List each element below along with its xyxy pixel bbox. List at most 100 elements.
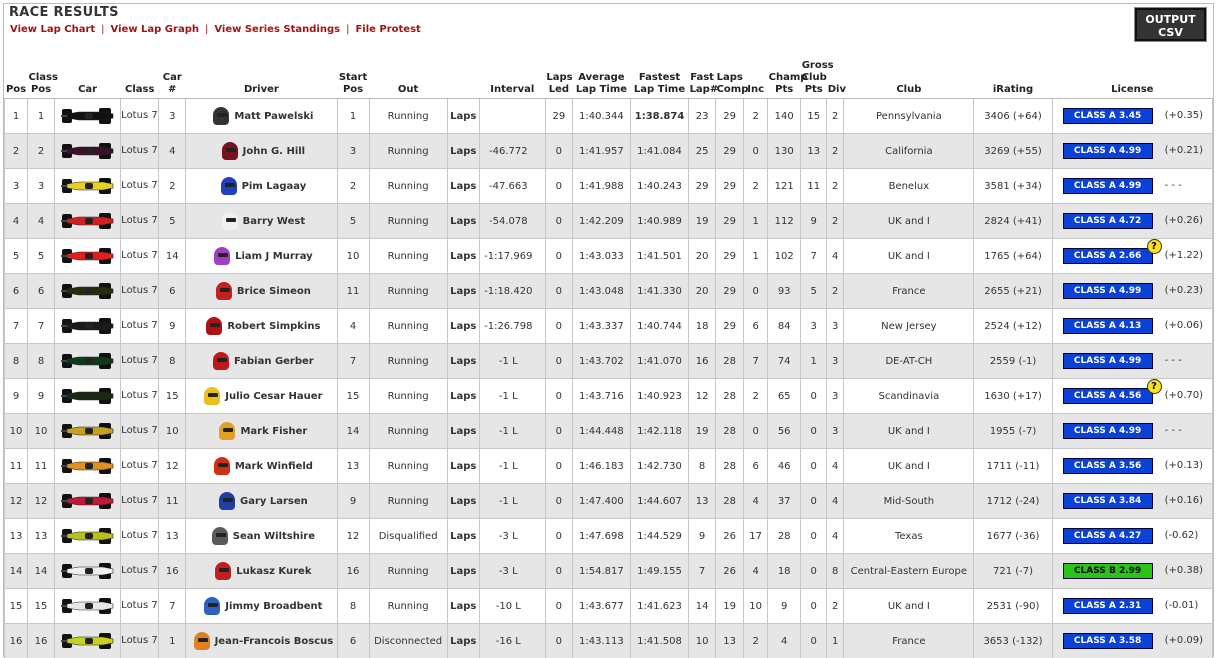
driver-cell[interactable]: Fabian Gerber (185, 343, 338, 379)
inc-cell: 7 (743, 343, 769, 379)
license-badge[interactable]: CLASS A 4.72 (1062, 213, 1153, 229)
laps-link[interactable]: Laps (446, 518, 480, 554)
col-class-pos[interactable]: Class Pos (27, 60, 58, 99)
driver-cell[interactable]: Matt Pawelski (185, 98, 338, 134)
license-badge[interactable]: CLASS A 4.13 (1062, 318, 1153, 334)
driver-name[interactable]: Jean-Francois Boscus (215, 636, 334, 647)
license-badge[interactable]: CLASS A 3.56 (1062, 458, 1153, 474)
driver-cell[interactable]: Brice Simeon (185, 273, 338, 309)
driver-cell[interactable]: Liam J Murray (185, 238, 338, 274)
license-badge[interactable]: CLASS A 2.66 (1062, 248, 1153, 264)
driver-cell[interactable]: John G. Hill (185, 133, 338, 169)
license-badge[interactable]: CLASS A 3.45 (1062, 108, 1153, 124)
file-protest-link[interactable]: File Protest (355, 24, 420, 35)
irating-cell: 2524 (+12) (973, 308, 1053, 344)
driver-name[interactable]: Liam J Murray (235, 251, 313, 262)
driver-cell[interactable]: Lukasz Kurek (185, 553, 338, 589)
help-question-icon[interactable]: ? (1146, 239, 1162, 254)
driver-name[interactable]: Lukasz Kurek (236, 566, 311, 577)
license-change: - - - (1164, 355, 1182, 366)
fast-lap-number-cell: 19 (688, 413, 717, 449)
driver-name[interactable]: Brice Simeon (237, 286, 311, 297)
col-laps-comp[interactable]: Laps Comp (715, 60, 748, 99)
laps-link[interactable]: Laps (446, 413, 480, 449)
col-irating[interactable]: iRating (973, 60, 1053, 99)
col-license[interactable]: License (1052, 60, 1213, 99)
laps-link[interactable]: Laps (446, 238, 480, 274)
laps-link[interactable]: Laps (446, 553, 480, 589)
license-badge[interactable]: CLASS A 3.84 (1062, 493, 1153, 509)
interval-cell: -16 L (478, 623, 546, 658)
driver-cell[interactable]: Barry West (185, 203, 338, 239)
champ-pts-cell: 102 (767, 238, 802, 274)
col-laps-led[interactable]: Laps Led (545, 60, 573, 99)
col-pos[interactable]: Pos (4, 60, 28, 99)
col-fastest-lap[interactable]: Fastest Lap Time (630, 60, 689, 99)
laps-link[interactable]: Laps (446, 273, 480, 309)
view-series-standings-link[interactable]: View Series Standings (214, 24, 340, 35)
laps-link[interactable]: Laps (446, 133, 480, 169)
driver-name[interactable]: Gary Larsen (240, 496, 308, 507)
license-badge[interactable]: CLASS A 4.99 (1062, 423, 1153, 439)
output-csv-button[interactable]: OUTPUT CSV (1134, 7, 1207, 42)
driver-name[interactable]: Fabian Gerber (234, 356, 314, 367)
license-badge[interactable]: CLASS A 4.99 (1062, 283, 1153, 299)
license-badge[interactable]: CLASS A 4.56 (1062, 388, 1153, 404)
laps-link[interactable]: Laps (446, 343, 480, 379)
driver-cell[interactable]: Jimmy Broadbent (185, 588, 338, 624)
laps-link[interactable]: Laps (446, 203, 480, 239)
driver-cell[interactable]: Sean Wiltshire (185, 518, 338, 554)
help-question-icon[interactable]: ? (1146, 379, 1162, 394)
class-pos-cell: 3 (27, 168, 56, 204)
driver-name[interactable]: John G. Hill (243, 146, 305, 157)
col-car-number[interactable]: Car # (158, 60, 186, 99)
driver-name[interactable]: Pim Lagaay (242, 181, 307, 192)
laps-link[interactable]: Laps (446, 623, 480, 658)
driver-cell[interactable]: Gary Larsen (185, 483, 338, 519)
license-badge[interactable]: CLASS A 4.99 (1062, 353, 1153, 369)
driver-cell[interactable]: Mark Winfield (185, 448, 338, 484)
driver-name[interactable]: Jimmy Broadbent (225, 601, 322, 612)
driver-cell[interactable]: Mark Fisher (185, 413, 338, 449)
driver-name[interactable]: Julio Cesar Hauer (225, 391, 322, 402)
view-lap-graph-link[interactable]: View Lap Graph (111, 24, 199, 35)
col-average-lap[interactable]: Average Lap Time (572, 60, 631, 99)
laps-link[interactable]: Laps (446, 483, 480, 519)
driver-cell[interactable]: Pim Lagaay (185, 168, 338, 204)
col-interval[interactable]: Interval (479, 60, 546, 99)
col-driver[interactable]: Driver (185, 60, 338, 99)
driver-cell[interactable]: Julio Cesar Hauer (185, 378, 338, 414)
col-club-pts[interactable]: Gross Club Pts (800, 60, 834, 99)
license-badge[interactable]: CLASS A 2.31 (1062, 598, 1153, 614)
driver-name[interactable]: Mark Fisher (240, 426, 307, 437)
driver-name[interactable]: Matt Pawelski (234, 111, 313, 122)
col-start-pos[interactable]: Start Pos (337, 60, 370, 99)
driver-cell[interactable]: Robert Simpkins (185, 308, 338, 344)
laps-link[interactable]: Laps (446, 98, 480, 134)
driver-name[interactable]: Barry West (243, 216, 305, 227)
driver-name[interactable]: Robert Simpkins (227, 321, 320, 332)
driver-cell[interactable]: Jean-Francois Boscus (185, 623, 338, 658)
laps-link[interactable]: Laps (446, 308, 480, 344)
license-badge[interactable]: CLASS A 4.99 (1062, 143, 1153, 159)
col-fast-lap-number[interactable]: Fast Lap# (688, 60, 718, 99)
col-class[interactable]: Class (120, 60, 159, 99)
license-badge[interactable]: CLASS A 3.58 (1062, 633, 1153, 649)
col-car[interactable]: Car (54, 60, 121, 99)
license-badge[interactable]: CLASS A 4.27 (1062, 528, 1153, 544)
license-badge[interactable]: CLASS B 2.99 (1062, 563, 1153, 579)
fast-lap-number-cell: 19 (688, 203, 717, 239)
col-club[interactable]: Club (843, 60, 974, 99)
laps-link[interactable]: Laps (446, 378, 480, 414)
laps-link[interactable]: Laps (446, 448, 480, 484)
fastest-lap-cell: 1:40.243 (629, 168, 690, 204)
col-inc[interactable]: Inc (743, 60, 768, 99)
driver-name[interactable]: Sean Wiltshire (233, 531, 315, 542)
license-badge[interactable]: CLASS A 4.99 (1062, 178, 1153, 194)
view-lap-chart-link[interactable]: View Lap Chart (10, 24, 95, 35)
laps-link[interactable]: Laps (446, 168, 480, 204)
laps-link[interactable]: Laps (446, 588, 480, 624)
col-out[interactable]: Out (369, 60, 448, 99)
col-champ-pts[interactable]: Champ Pts (767, 60, 807, 99)
driver-name[interactable]: Mark Winfield (235, 461, 313, 472)
